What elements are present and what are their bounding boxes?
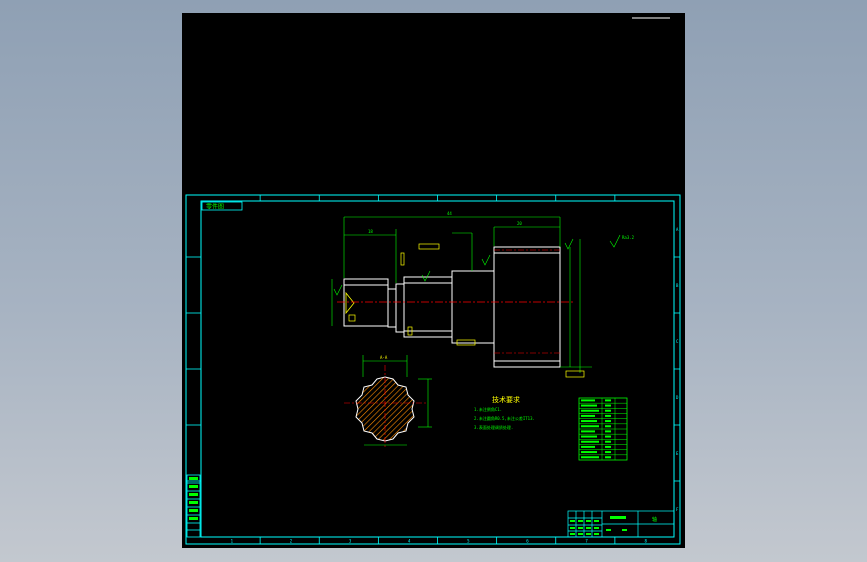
roughness-general: Ra3.2 xyxy=(622,235,635,240)
svg-text:20: 20 xyxy=(517,221,522,226)
tech-requirements-title: 技术要求 xyxy=(492,395,520,404)
title-block xyxy=(567,510,675,538)
svg-text:18: 18 xyxy=(368,229,373,234)
zone-letter: F xyxy=(676,507,679,512)
svg-text:44: 44 xyxy=(447,211,452,216)
zone-letter: C xyxy=(676,339,679,344)
left-border-boxes xyxy=(186,474,201,538)
cad-drawing-viewport[interactable]: 零件图 1 2 3 4 5 6 7 8 A B C D E F 44 18 20 Ra3.2 A-A 技术… xyxy=(182,13,685,548)
zone-number: 5 xyxy=(467,539,470,544)
left-border-box-fill xyxy=(189,477,198,520)
tech-note-1: 1.未注倒角C1. xyxy=(474,406,502,412)
sheet-outer-frame xyxy=(185,194,681,545)
shaft-outline xyxy=(343,246,561,368)
zone-number: 8 xyxy=(644,539,647,544)
tech-note-2: 2.未注圆角R0.5,未注公差IT13. xyxy=(474,415,535,421)
zone-letter: E xyxy=(676,451,679,456)
title-tag: 零件图 xyxy=(206,203,224,211)
sheet-inner-frame xyxy=(200,200,675,538)
tech-note-3: 3.表面处理调质处理. xyxy=(474,424,513,430)
roughness-symbols xyxy=(333,234,621,296)
zone-letter: B xyxy=(676,283,679,288)
title-block-name: 轴 xyxy=(652,516,657,523)
dimension-texts: 44 18 20 xyxy=(368,211,522,234)
section-view: A-A xyxy=(344,355,432,449)
zone-numbers: 1 2 3 4 5 6 7 8 A B C D E F xyxy=(231,227,679,544)
zone-number: 6 xyxy=(526,539,529,544)
zone-number: 2 xyxy=(290,539,293,544)
zone-ticks xyxy=(186,195,680,544)
title-block-label xyxy=(610,516,626,519)
zone-number: 7 xyxy=(585,539,588,544)
svg-text:A-A: A-A xyxy=(380,355,388,360)
keyway-detail xyxy=(345,291,355,315)
zone-number: 3 xyxy=(349,539,352,544)
title-block-cells xyxy=(570,520,627,535)
zone-letter: D xyxy=(676,395,679,400)
zone-letter: A xyxy=(676,227,679,232)
zone-number: 4 xyxy=(408,539,411,544)
dimension-lines xyxy=(331,216,592,373)
gear-parameter-table xyxy=(578,397,628,461)
zone-number: 1 xyxy=(231,539,234,544)
